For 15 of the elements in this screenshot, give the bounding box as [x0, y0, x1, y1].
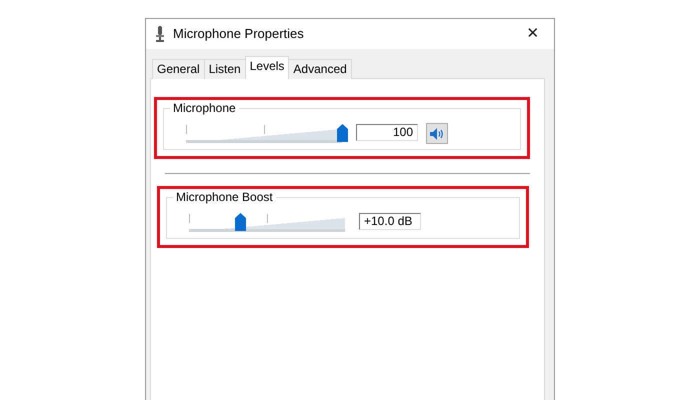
- level-field[interactable]: +10.0 dB: [359, 213, 421, 230]
- slider-thumb[interactable]: [234, 213, 246, 231]
- close-button[interactable]: ✕: [518, 19, 548, 49]
- tab[interactable]: Advanced: [288, 59, 352, 79]
- tab[interactable]: Listen: [204, 59, 246, 79]
- window-title: Microphone Properties: [173, 25, 304, 44]
- microphone-icon: [155, 26, 165, 42]
- tab[interactable]: General: [152, 59, 205, 79]
- slider-thumb[interactable]: [336, 124, 348, 142]
- group-label: Microphone Boost: [173, 190, 276, 204]
- speaker-button[interactable]: [426, 123, 448, 144]
- group-label: Microphone: [170, 101, 239, 115]
- speaker-icon: [430, 128, 444, 140]
- level-field[interactable]: 100: [356, 124, 418, 141]
- tab[interactable]: Levels: [244, 56, 290, 79]
